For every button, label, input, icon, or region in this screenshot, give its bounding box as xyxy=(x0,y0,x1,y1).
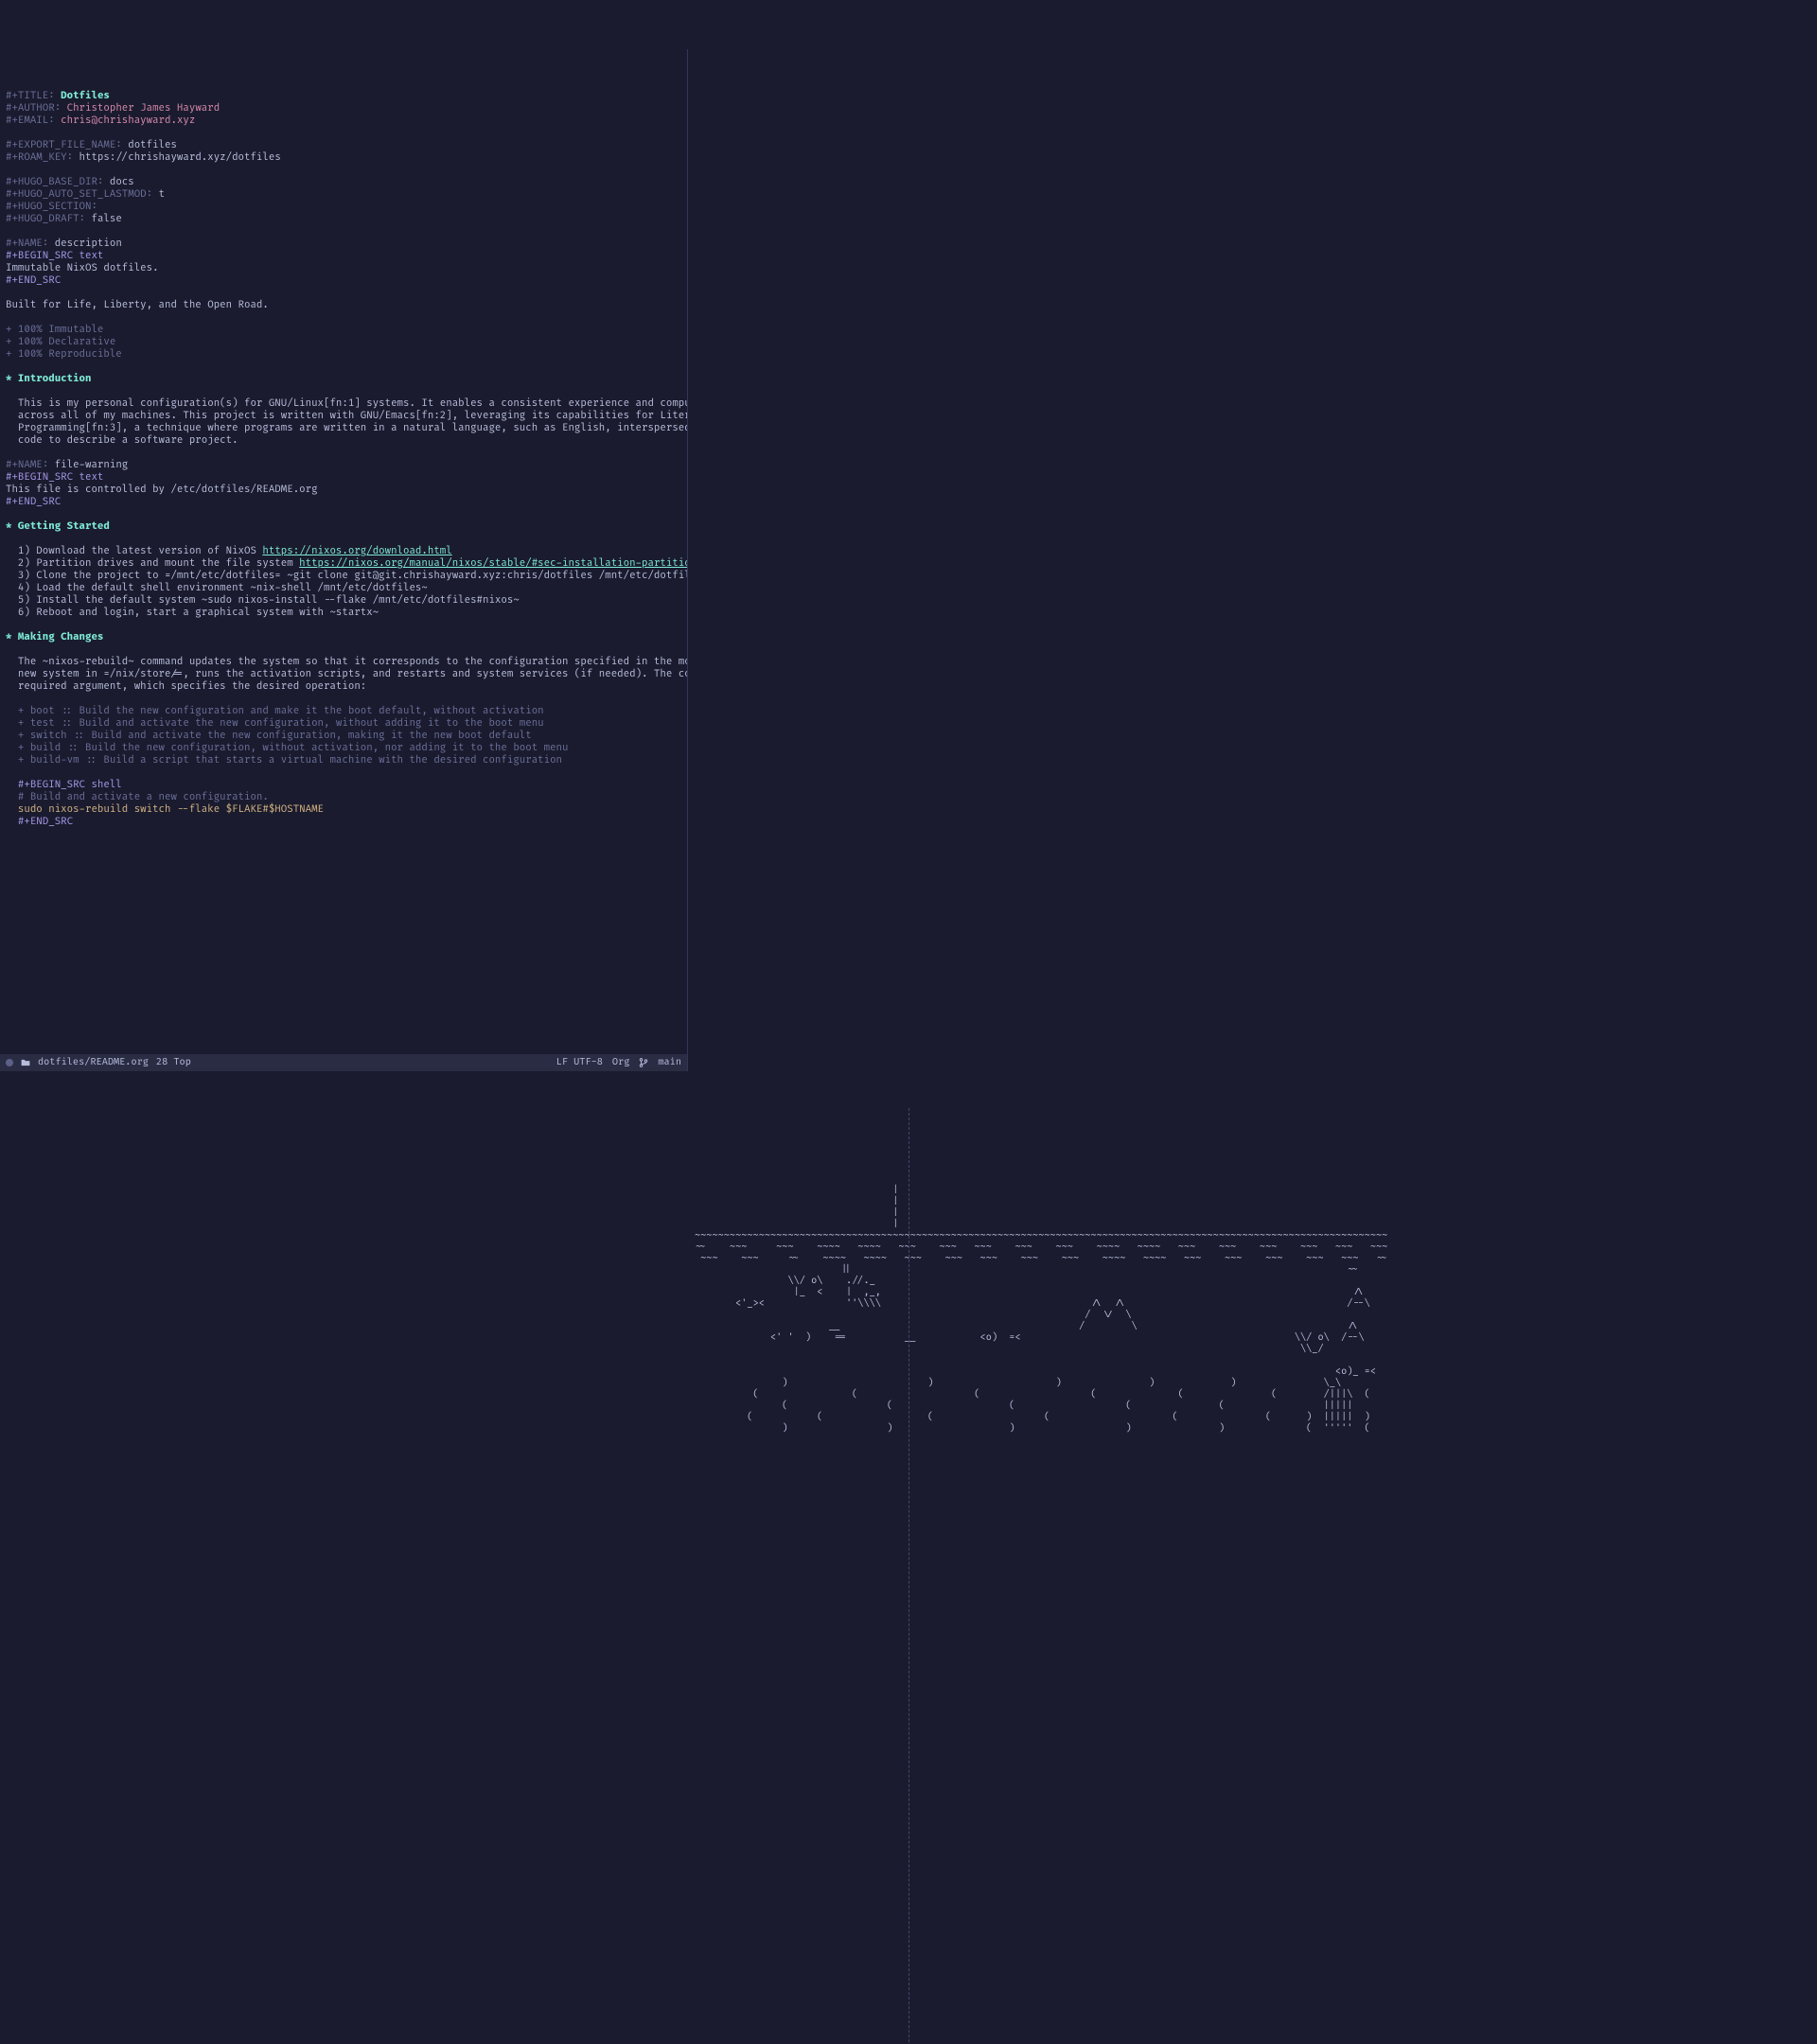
val-name-desc: description xyxy=(55,238,122,250)
kw-author: #+AUTHOR: xyxy=(6,102,61,115)
tagline: Built for Life, Liberty, and the Open Ro… xyxy=(6,299,269,311)
val-export-fn: dotfiles xyxy=(128,139,177,151)
gs-1: 1) Download the latest version of NixOS xyxy=(6,545,262,557)
heading-making-changes[interactable]: * Making Changes xyxy=(6,631,103,643)
mc-2: + test :: Build and activate the new con… xyxy=(6,717,544,730)
kw-title: #+TITLE: xyxy=(6,90,55,102)
kw-export-fn: #+EXPORT_FILE_NAME: xyxy=(6,139,122,151)
val-hugo-draft: false xyxy=(91,213,121,225)
doc-title: Dotfiles xyxy=(61,90,110,102)
end-src-2: #+END_SRC xyxy=(6,496,61,508)
org-buffer[interactable]: #+TITLE: Dotfiles #+AUTHOR: Christopher … xyxy=(0,74,687,1079)
mc-4: + build :: Build the new configuration, … xyxy=(6,742,568,754)
modeline-left[interactable]: dotfiles/README.org 28 Top LF UTF-8 Org … xyxy=(0,1054,687,1071)
left-editor-pane[interactable]: #+TITLE: Dotfiles #+AUTHOR: Christopher … xyxy=(0,49,688,1071)
gs-6: 6) Reboot and login, start a graphical s… xyxy=(6,607,379,619)
doc-email: chris@chrishayward.xyz xyxy=(61,115,195,127)
link-nixos-partitioning[interactable]: https://nixos.org/manual/nixos/stable/#s… xyxy=(299,557,687,570)
modeline-pos: 28 Top xyxy=(156,1057,191,1069)
gs-5: 5) Install the default system ~sudo nixo… xyxy=(6,594,520,607)
modeline-file: dotfiles/README.org xyxy=(38,1057,149,1069)
feat-3: + 100% Reproducible xyxy=(6,348,122,361)
mc-para: The ~nixos-rebuild~ command updates the … xyxy=(6,656,687,693)
mc-5: + build-vm :: Build a script that starts… xyxy=(6,754,562,766)
gs-2: 2) Partition drives and mount the file s… xyxy=(6,557,299,570)
kw-hugo-sec: #+HUGO_SECTION: xyxy=(6,201,97,213)
modeline-branch: main xyxy=(658,1057,681,1069)
mc-3: + switch :: Build and activate the new c… xyxy=(6,730,532,742)
intro-para: This is my personal configuration(s) for… xyxy=(6,397,687,447)
kw-name-desc: #+NAME: xyxy=(6,238,48,250)
feat-2: + 100% Declarative xyxy=(6,336,115,348)
val-hugo-last: t xyxy=(159,188,165,201)
gs-4: 4) Load the default shell environment ~n… xyxy=(6,582,428,594)
doc-author: Christopher James Hayward xyxy=(67,102,221,115)
vterm-split-line xyxy=(908,1133,909,2044)
fw-body: This file is controlled by /etc/dotfiles… xyxy=(6,484,318,496)
begin-src-text: #+BEGIN_SRC text xyxy=(6,250,103,262)
kw-hugo-draft: #+HUGO_DRAFT: xyxy=(6,213,85,225)
folder-icon xyxy=(21,1058,30,1067)
heading-getting-started[interactable]: * Getting Started xyxy=(6,520,110,533)
begin-src-text-2: #+BEGIN_SRC text xyxy=(6,471,103,484)
git-branch-icon xyxy=(639,1058,648,1067)
kw-roam: #+ROAM_KEY: xyxy=(6,151,73,164)
val-roam: https://chrishayward.xyz/dotfiles xyxy=(79,151,281,164)
vterm-buffer[interactable]: | | | | ~~~~~~~~~~~~~~~~~~~~~~~~~~~~~~~~… xyxy=(689,1133,1817,2044)
begin-src-shell: #+BEGIN_SRC shell xyxy=(6,779,122,791)
shell-comment: # Build and activate a new configuration… xyxy=(6,791,269,803)
modeline-mode: Org xyxy=(612,1057,629,1069)
modified-indicator-icon xyxy=(6,1059,13,1066)
end-src-shell: #+END_SRC xyxy=(6,816,73,828)
mc-1: + boot :: Build the new configuration an… xyxy=(6,705,544,717)
heading-introduction[interactable]: * Introduction xyxy=(6,373,91,385)
link-nixos-download[interactable]: https://nixos.org/download.html xyxy=(262,545,451,557)
desc-body: Immutable NixOS dotfiles. xyxy=(6,262,159,274)
kw-name-fw: #+NAME: xyxy=(6,459,48,471)
shell-cmd: sudo nixos-rebuild switch --flake $FLAKE… xyxy=(6,803,324,816)
modeline-enc: LF UTF-8 xyxy=(556,1057,603,1069)
val-hugo-base: docs xyxy=(110,176,134,188)
gs-3: 3) Clone the project to =/mnt/etc/dotfil… xyxy=(6,570,687,582)
val-name-fw: file-warning xyxy=(55,459,129,471)
vterm-pane[interactable]: | | | | ~~~~~~~~~~~~~~~~~~~~~~~~~~~~~~~~… xyxy=(689,1108,1817,2044)
end-src: #+END_SRC xyxy=(6,274,61,287)
kw-hugo-last: #+HUGO_AUTO_SET_LASTMOD: xyxy=(6,188,152,201)
kw-hugo-base: #+HUGO_BASE_DIR: xyxy=(6,176,103,188)
kw-email: #+EMAIL: xyxy=(6,115,55,127)
vterm-ascii-art: | | | | ~~~~~~~~~~~~~~~~~~~~~~~~~~~~~~~~… xyxy=(695,1173,1817,1435)
feat-1: + 100% Immutable xyxy=(6,324,103,336)
